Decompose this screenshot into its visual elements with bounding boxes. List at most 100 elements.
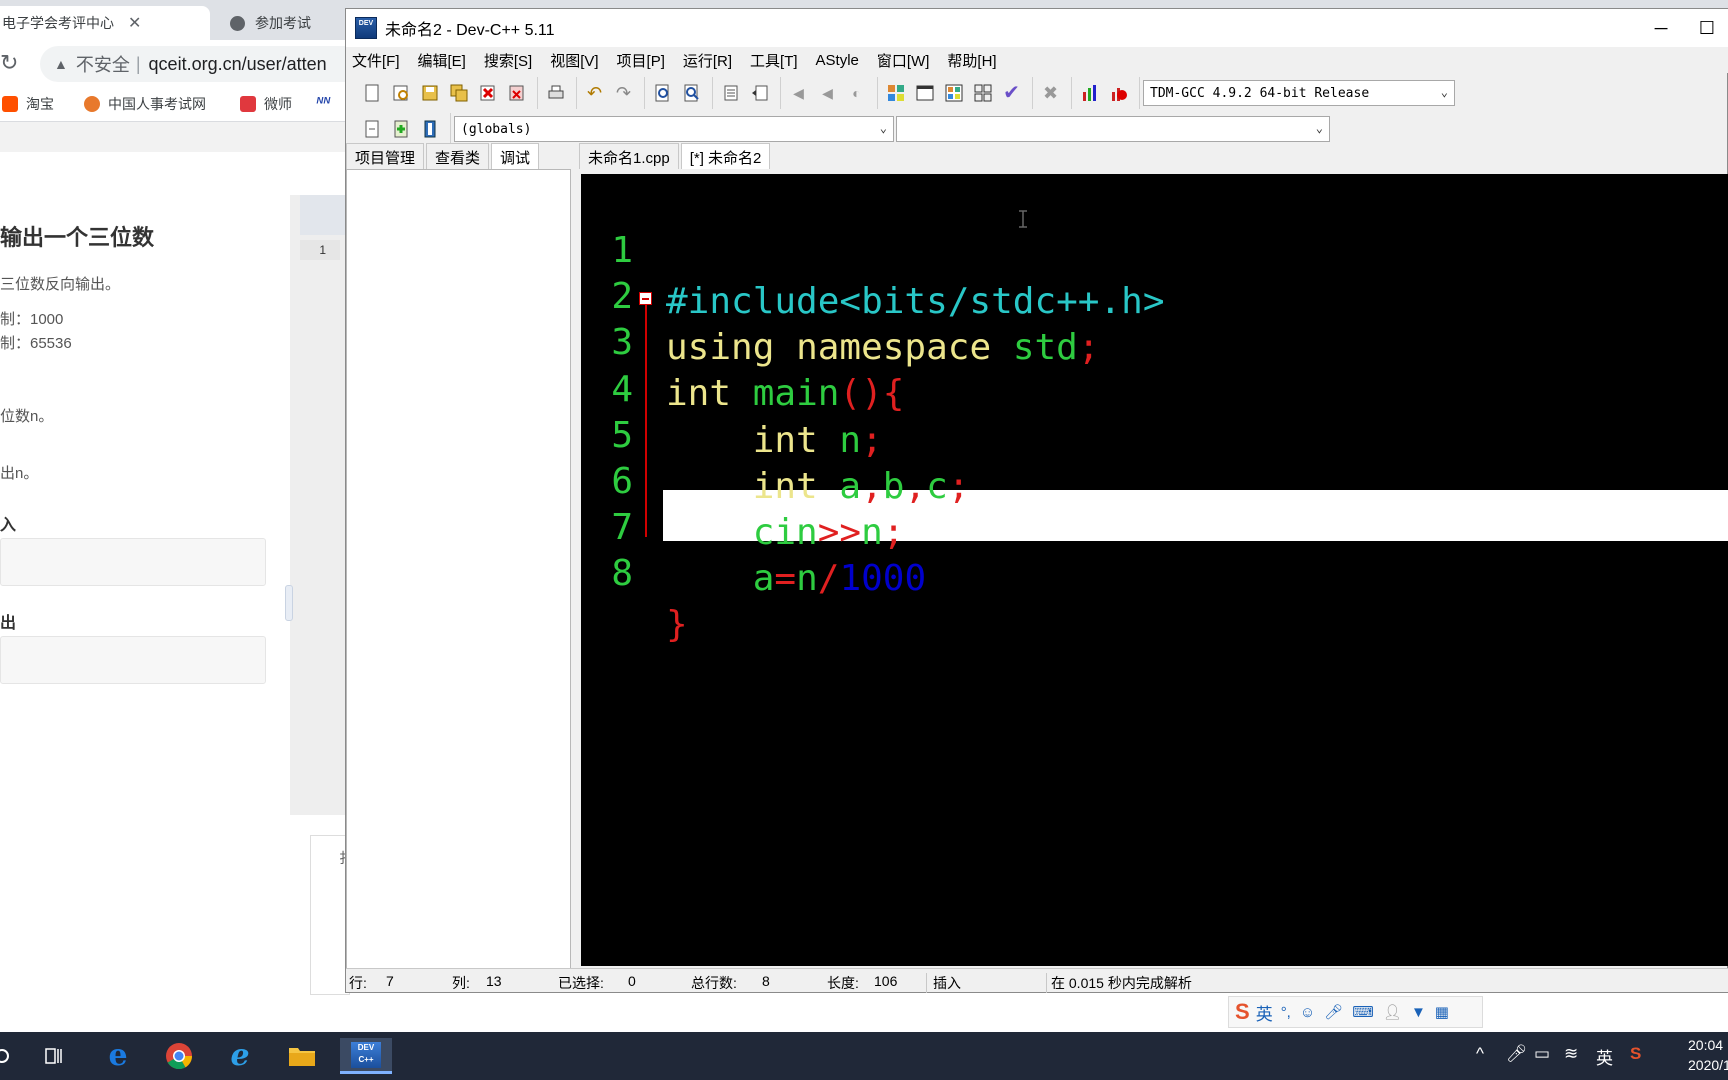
menu-file[interactable]: 文件[F] bbox=[352, 50, 400, 71]
new-file-icon[interactable] bbox=[359, 81, 384, 106]
browser-tab-exam-center[interactable]: 电子学会考评中心 ✕ bbox=[0, 6, 210, 40]
sogou-tray-icon[interactable]: S bbox=[1630, 1044, 1641, 1064]
panel-splitter[interactable] bbox=[285, 585, 293, 621]
menu-astyle[interactable]: AStyle bbox=[816, 52, 859, 69]
undo-icon[interactable]: ↶ bbox=[582, 81, 607, 106]
nav-toolbar-group: ◀ ◀ ◐ bbox=[780, 77, 874, 109]
compiler-select[interactable]: TDM-GCC 4.9.2 64-bit Release ⌄ bbox=[1143, 80, 1455, 106]
tray-language[interactable]: 英 bbox=[1596, 1044, 1613, 1069]
new-project-icon[interactable] bbox=[359, 117, 384, 142]
title-bar: DEV 未命名2 - Dev-C++ 5.11 ─ ☐ bbox=[346, 9, 1728, 47]
browser-tab-label: 电子学会考评中心 bbox=[2, 15, 114, 31]
menu-bar: 文件[F] 编辑[E] 搜索[S] 视图[V] 项目[P] 运行[R] 工具[T… bbox=[346, 47, 1728, 73]
maximize-button[interactable]: ☐ bbox=[1684, 13, 1728, 43]
microphone-icon[interactable]: 🎤︎ bbox=[1506, 1044, 1528, 1064]
web-editor-line-number: 1 bbox=[300, 240, 340, 260]
number-token: 1000 bbox=[839, 558, 927, 599]
undo-toolbar-group: ↶ ↷ bbox=[576, 77, 641, 109]
toolbox-icon[interactable]: ▦ bbox=[1435, 1003, 1449, 1021]
cortana-icon[interactable] bbox=[0, 1038, 26, 1074]
status-insert-mode: 插入 bbox=[926, 973, 961, 993]
clock[interactable]: 20:04 2020/11 bbox=[1688, 1035, 1728, 1075]
explorer-icon[interactable] bbox=[278, 1038, 326, 1074]
input-description: 位数n。 bbox=[0, 408, 54, 425]
compiler-toolbar-group: TDM-GCC 4.9.2 64-bit Release ⌄ bbox=[1139, 77, 1458, 109]
bookmark-weishi[interactable]: 微师 bbox=[240, 94, 292, 114]
find-icon[interactable] bbox=[650, 81, 675, 106]
scope-select[interactable]: (globals) ⌄ bbox=[454, 116, 894, 142]
tab-debug[interactable]: 调试 bbox=[491, 143, 540, 169]
bookmark-taobao[interactable]: 淘宝 bbox=[2, 94, 54, 114]
code-text: } bbox=[666, 599, 688, 650]
minimize-button[interactable]: ─ bbox=[1638, 13, 1684, 43]
tab-file-unnamed2[interactable]: [*] 未命名2 bbox=[680, 143, 771, 169]
identifier-token: a bbox=[752, 558, 775, 599]
skin-icon[interactable]: ▼ bbox=[1411, 1004, 1426, 1021]
ie-icon[interactable]: e bbox=[216, 1038, 264, 1074]
back-icon[interactable]: ◀ bbox=[786, 81, 811, 106]
task-view-icon[interactable] bbox=[30, 1038, 78, 1074]
symbol-select[interactable]: ⌄ bbox=[896, 116, 1330, 142]
output-description: 出n。 bbox=[0, 465, 39, 482]
indent-toolbar-group bbox=[712, 77, 777, 109]
tray-expand-icon[interactable]: ^ bbox=[1476, 1044, 1484, 1064]
close-file-icon[interactable] bbox=[475, 81, 500, 106]
print-icon[interactable] bbox=[543, 81, 568, 106]
open-file-icon[interactable] bbox=[388, 81, 413, 106]
edge-icon[interactable]: e bbox=[94, 1038, 142, 1074]
bookmark-toggle-icon[interactable]: ◐ bbox=[844, 81, 869, 106]
bookmark-extra-icon[interactable]: ᴺᴺ bbox=[316, 94, 330, 110]
user-icon[interactable]: 👤︎ bbox=[1383, 1003, 1402, 1021]
bookmark-cpta[interactable]: 中国人事考试网 bbox=[84, 94, 206, 114]
browser-tab-take-exam[interactable]: 参加考试 bbox=[218, 6, 348, 40]
delete-profile-icon[interactable] bbox=[1106, 81, 1131, 106]
emoji-icon[interactable]: ☺ bbox=[1300, 1004, 1315, 1021]
menu-search[interactable]: 搜索[S] bbox=[484, 50, 532, 71]
menu-help[interactable]: 帮助[H] bbox=[947, 50, 996, 71]
compile-run-icon[interactable] bbox=[941, 81, 966, 106]
battery-icon[interactable]: ▭ bbox=[1534, 1044, 1550, 1064]
ime-language-toggle[interactable]: 英 bbox=[1256, 1000, 1273, 1025]
indent-icon[interactable] bbox=[718, 81, 743, 106]
unindent-icon[interactable] bbox=[747, 81, 772, 106]
punct-icon[interactable]: °, bbox=[1281, 1004, 1291, 1021]
add-to-project-icon[interactable] bbox=[388, 117, 413, 142]
tab-project-manager[interactable]: 项目管理 bbox=[346, 143, 425, 169]
wifi-icon[interactable]: ≋ bbox=[1564, 1044, 1578, 1064]
menu-run[interactable]: 运行[R] bbox=[683, 50, 732, 71]
rebuild-all-icon[interactable] bbox=[970, 81, 995, 106]
tab-class-browser[interactable]: 查看类 bbox=[426, 143, 490, 169]
menu-project[interactable]: 项目[P] bbox=[617, 50, 665, 71]
save-icon[interactable] bbox=[417, 81, 442, 106]
menu-window[interactable]: 窗口[W] bbox=[877, 50, 930, 71]
profile-icon[interactable] bbox=[1077, 81, 1102, 106]
keyboard-icon[interactable]: ⌨ bbox=[1352, 1003, 1374, 1021]
stop-execution-icon[interactable]: ✖ bbox=[1038, 81, 1063, 106]
operator-token: / bbox=[817, 558, 840, 599]
mic-icon[interactable]: 🎤︎ bbox=[1324, 1003, 1343, 1021]
chrome-icon[interactable] bbox=[155, 1038, 203, 1074]
save-all-icon[interactable] bbox=[446, 81, 471, 106]
sogou-logo-icon[interactable]: S bbox=[1235, 999, 1250, 1025]
menu-view[interactable]: 视图[V] bbox=[550, 50, 598, 71]
forward-icon[interactable]: ◀ bbox=[815, 81, 840, 106]
reload-icon[interactable]: ↻ bbox=[0, 50, 18, 76]
sample-output-heading: 出 bbox=[0, 615, 17, 632]
tab-file-unnamed1[interactable]: 未命名1.cpp bbox=[579, 143, 679, 169]
close-all-icon[interactable] bbox=[504, 81, 529, 106]
code-line-8: 8 } bbox=[581, 497, 1728, 645]
menu-edit[interactable]: 编辑[E] bbox=[418, 50, 466, 71]
run-icon[interactable] bbox=[912, 81, 937, 106]
compile-icon[interactable] bbox=[883, 81, 908, 106]
code-editor[interactable]: 1 #include<bits/stdc++.h> 2 using namesp… bbox=[581, 174, 1728, 966]
devcpp-icon[interactable]: DEV C++ bbox=[340, 1038, 392, 1074]
redo-icon[interactable]: ↷ bbox=[611, 81, 636, 106]
fold-collapse-icon[interactable] bbox=[639, 292, 652, 305]
debug-toolbar-group: ✖ bbox=[1032, 77, 1068, 109]
close-icon[interactable]: ✕ bbox=[128, 13, 141, 33]
menu-tools[interactable]: 工具[T] bbox=[750, 50, 798, 71]
syntax-check-icon[interactable]: ✔ bbox=[999, 81, 1024, 106]
replace-icon[interactable] bbox=[679, 81, 704, 106]
search-toolbar-group bbox=[644, 77, 709, 109]
project-options-icon[interactable] bbox=[417, 117, 442, 142]
